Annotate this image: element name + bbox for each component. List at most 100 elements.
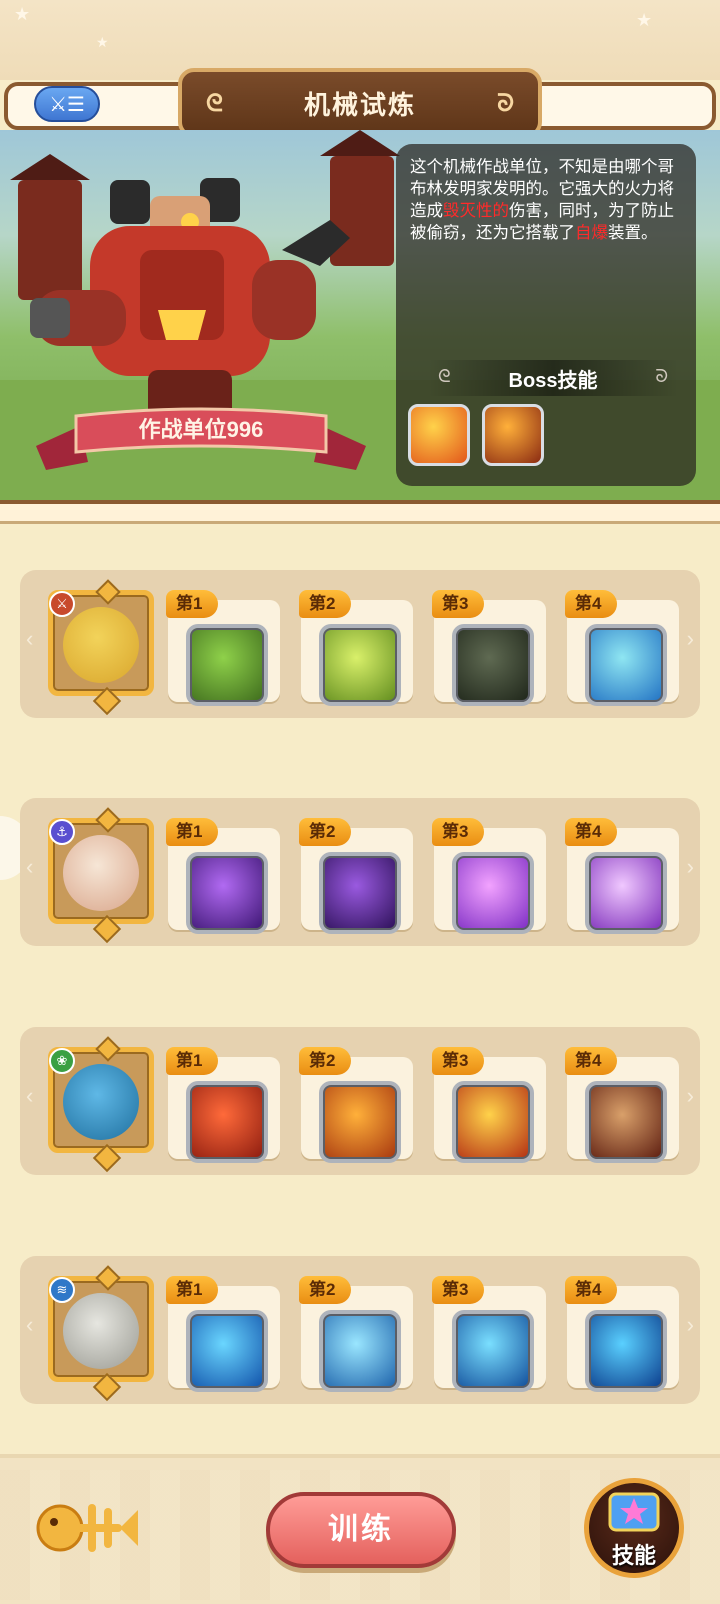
purple-swirl-icon[interactable] [585, 852, 667, 934]
skill-order-tag: 第3 [432, 818, 485, 846]
skill-slot[interactable]: 第4 [565, 818, 679, 934]
skill-slot[interactable]: 第2 [299, 1047, 413, 1163]
purple-plant-icon[interactable] [186, 852, 268, 934]
skill-slot[interactable]: 第2 [299, 1276, 413, 1392]
hero-frame-gem [95, 579, 121, 605]
skill-order-tag: 第1 [166, 818, 219, 846]
hero-skill-row: ‹ › ⚔ 第1 第2 第3 第4 [20, 570, 700, 718]
star-icon: ★ [14, 4, 31, 24]
skill-order-tag: 第3 [432, 590, 485, 618]
swirl-left-icon: ᘓ [438, 366, 451, 386]
skill-order-tag: 第2 [299, 818, 352, 846]
yellow-hero-avatar[interactable]: ⚔ [48, 579, 154, 716]
hero-portrait [63, 607, 139, 683]
skill-book-icon [608, 1492, 660, 1532]
fire-feathers-icon[interactable] [319, 1081, 401, 1163]
campfire-icon[interactable] [452, 1081, 534, 1163]
description-highlight: 毁灭性的 [443, 202, 509, 220]
row-right-arrow-icon: › [686, 626, 694, 651]
skill-button-label: 技能 [611, 1543, 656, 1568]
row-left-arrow-icon: ‹ [26, 854, 34, 879]
hero-skill-row: ‹ › ❀ 第1 第2 第3 第4 [20, 1027, 700, 1175]
page-title: 机械试炼 [303, 89, 416, 120]
skill-slot[interactable]: 第2 [299, 590, 413, 706]
skill-order-tag: 第4 [565, 818, 618, 846]
skill-slot[interactable]: 第1 [166, 590, 280, 706]
hero-portrait [63, 1064, 139, 1140]
fishbone-icon[interactable] [36, 1490, 140, 1568]
hero-portrait [63, 835, 139, 911]
spiked-hammer-icon[interactable] [186, 624, 268, 706]
boss-skills-title: Boss技能 [508, 369, 598, 392]
hero-skill-row: ‹ › ⚓ 第1 第2 第3 第4 [20, 798, 700, 946]
bandaged-hero-avatar[interactable]: ≋ [48, 1265, 154, 1402]
boss-skill-explosion-icon[interactable] [482, 404, 544, 466]
skill-slot[interactable]: 第1 [166, 818, 280, 934]
row-right-arrow-icon: › [686, 1312, 694, 1337]
skill-slot[interactable]: 第1 [166, 1276, 280, 1392]
skill-slot[interactable]: 第3 [432, 818, 546, 934]
hero-frame-gem [92, 914, 122, 944]
skill-slot[interactable]: 第3 [432, 590, 546, 706]
hero-portrait [63, 1293, 139, 1369]
skill-slot[interactable]: 第4 [565, 590, 679, 706]
hero-frame-gem [92, 1143, 122, 1173]
anchor-icon: ⚓ [49, 819, 75, 845]
row-right-arrow-icon: › [686, 854, 694, 879]
swirl-right-icon: ᘐ [497, 90, 514, 117]
swirl-left-icon: ᘓ [206, 90, 223, 117]
wind-icon: ≋ [49, 1277, 75, 1303]
ice-shard-icon[interactable] [585, 1310, 667, 1392]
swirl-right-icon: ᘐ [655, 366, 668, 386]
water-slash-icon[interactable] [585, 624, 667, 706]
hero-frame-gem [95, 807, 121, 833]
boss-name: 作战单位996 [138, 417, 264, 442]
winged-cross-shield-icon[interactable] [452, 852, 534, 934]
golden-shield-icon[interactable] [319, 624, 401, 706]
hero-skill-row: ‹ › ≋ 第1 第2 第3 第4 [20, 1256, 700, 1404]
shadow-figure-icon[interactable] [319, 852, 401, 934]
ice-spear-icon[interactable] [319, 1310, 401, 1392]
pagoda-roof [320, 130, 400, 156]
row-left-arrow-icon: ‹ [26, 1312, 34, 1337]
list-toggle-icon: ⚔☰ [49, 93, 85, 116]
skill-order-tag: 第2 [299, 590, 352, 618]
crossbow-icon[interactable] [585, 1081, 667, 1163]
row-left-arrow-icon: ‹ [26, 1083, 34, 1108]
boss-skills-header: ᘓ Boss技能 ᘐ [428, 360, 678, 396]
blue-fish-hero-avatar[interactable]: ❀ [48, 1036, 154, 1173]
skill-slot[interactable]: 第2 [299, 818, 413, 934]
skill-order-tag: 第1 [166, 1047, 219, 1075]
skill-slot[interactable]: 第1 [166, 1047, 280, 1163]
hero-frame-gem [95, 1036, 121, 1062]
skill-order-tag: 第1 [166, 590, 219, 618]
skill-slot[interactable]: 第4 [565, 1047, 679, 1163]
list-toggle-button[interactable]: ⚔☰ [34, 86, 100, 122]
star-icon: ★ [96, 34, 109, 50]
skill-order-tag: 第2 [299, 1047, 352, 1075]
hero-frame-gem [92, 1372, 122, 1402]
snowflake-icon[interactable] [186, 1310, 268, 1392]
skill-order-tag: 第3 [432, 1047, 485, 1075]
boss-robot-figure [30, 178, 350, 420]
skill-order-tag: 第4 [565, 1047, 618, 1075]
ice-crystals-icon[interactable] [452, 1310, 534, 1392]
skill-slot[interactable]: 第4 [565, 1276, 679, 1392]
row-left-arrow-icon: ‹ [26, 626, 34, 651]
boss-skill-fire-claw-icon[interactable] [408, 404, 470, 466]
skill-slot[interactable]: 第3 [432, 1047, 546, 1163]
train-button[interactable]: 训练 [266, 1492, 456, 1568]
skill-order-tag: 第3 [432, 1276, 485, 1304]
hero-frame-gem [92, 686, 122, 716]
spiked-mace-icon[interactable] [186, 1081, 268, 1163]
row-right-arrow-icon: › [686, 1083, 694, 1108]
description-highlight: 自爆 [575, 224, 608, 242]
leaf-icon: ❀ [49, 1048, 75, 1074]
skill-order-tag: 第1 [166, 1276, 219, 1304]
skill-order-tag: 第4 [565, 1276, 618, 1304]
crowned-hero-avatar[interactable]: ⚓ [48, 807, 154, 944]
description-text: 装置。 [608, 224, 658, 242]
skill-slot[interactable]: 第3 [432, 1276, 546, 1392]
scene-divider [0, 500, 720, 524]
dark-shield-icon[interactable] [452, 624, 534, 706]
